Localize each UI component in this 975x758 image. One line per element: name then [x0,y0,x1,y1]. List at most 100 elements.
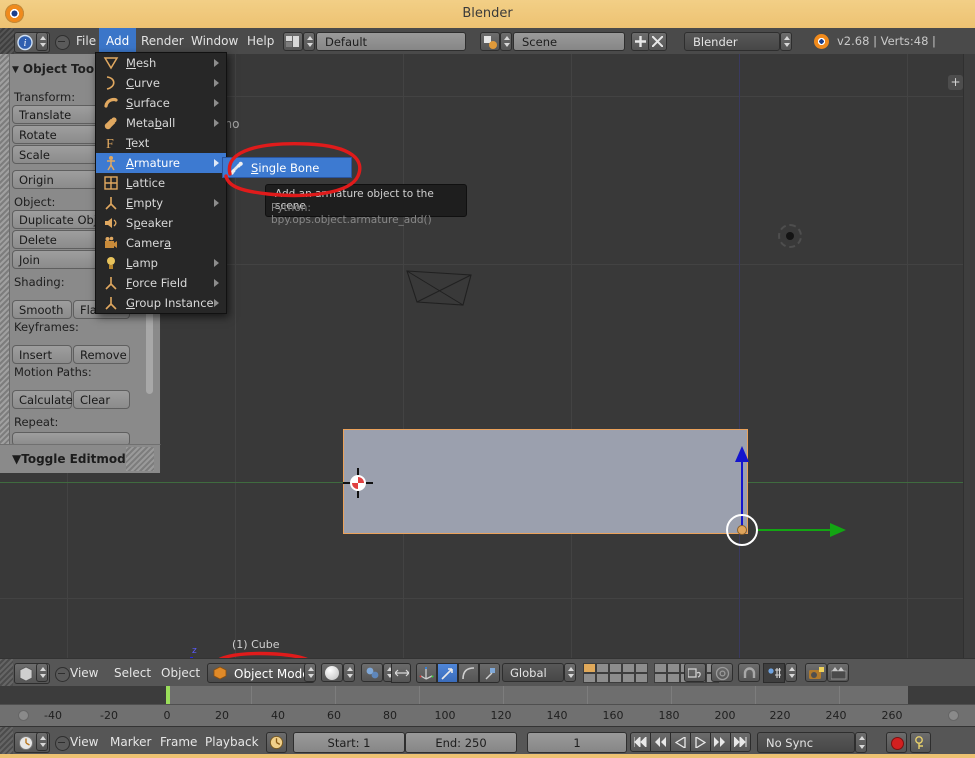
orientation-spinner[interactable] [564,663,576,682]
scale-manipulator-toggle[interactable] [458,663,479,683]
menu-file[interactable]: File [69,28,103,54]
layer-button[interactable] [583,673,596,683]
menu-item-curve[interactable]: Curve [96,73,226,93]
snap-element-spinner[interactable] [785,663,797,682]
transform-orientation-field[interactable]: Global [502,663,564,682]
menu-item-camera[interactable]: Camera [96,233,226,253]
timeline-ruler[interactable]: -40 -20 0 20 40 60 80 100 120 140 160 18… [0,704,975,727]
layer-button[interactable] [609,673,622,683]
armature-submenu[interactable]: Single Bone [222,157,352,178]
editor-type-spinner[interactable] [36,32,48,51]
lock-object-modes-button[interactable] [684,663,706,682]
manipulator-z-arrow-icon[interactable] [735,446,749,462]
auto-keyframe-button[interactable] [910,732,931,753]
editor-type-selector[interactable] [14,663,50,684]
record-button[interactable] [886,732,907,753]
manipulator-y-axis[interactable] [758,529,836,531]
layer-button[interactable] [596,663,609,673]
layer-button[interactable] [635,673,648,683]
render-engine-spinner[interactable] [780,32,792,51]
next-keyframe-button[interactable] [710,732,731,752]
timeline-playhead[interactable] [166,686,170,704]
end-frame-field[interactable]: End: 250 [405,732,517,753]
insert-keyframe-button[interactable]: Insert [12,345,72,364]
menu-window[interactable]: Window [184,28,245,54]
editor-type-selector[interactable] [14,732,50,753]
layer-button[interactable] [596,673,609,683]
viewport-menu-select[interactable]: Select [114,659,151,687]
render-image-button[interactable] [805,663,827,682]
layer-button[interactable] [635,663,648,673]
use-preview-range-button[interactable] [266,732,287,753]
pivot-point-selector[interactable] [361,663,383,682]
toggle-editmode-panel[interactable]: ▼Toggle Editmode [0,444,161,473]
shading-spinner[interactable] [343,663,355,682]
menu-item-empty[interactable]: Empty [96,193,226,213]
editor-type-spinner[interactable] [36,663,48,682]
header-grip[interactable] [0,659,13,687]
pivot-align-toggle[interactable] [391,663,411,683]
layer-button[interactable] [667,663,680,673]
header-grip[interactable] [0,28,14,54]
menu-item-force-field[interactable]: Force Field [96,273,226,293]
play-reverse-button[interactable] [670,732,691,752]
layer-button[interactable] [667,673,680,683]
interaction-mode-selector[interactable]: Object Mode [207,663,316,683]
sync-mode-field[interactable]: No Sync [757,732,855,753]
menu-item-metaball[interactable]: Metaball [96,113,226,133]
collapse-menus-button[interactable] [55,35,70,50]
manipulator-center[interactable] [737,525,747,535]
render-animation-button[interactable] [827,663,849,682]
render-engine-field[interactable]: Blender Render [684,32,780,68]
panel-grip[interactable] [0,54,10,444]
screen-layout-icon[interactable] [283,32,303,51]
screen-layout-field[interactable]: Default [316,32,466,51]
layer-button[interactable] [654,663,667,673]
collapse-menus-button[interactable] [55,736,70,751]
timeline-menu-playback[interactable]: Playback [205,727,259,757]
editor-type-spinner[interactable] [36,732,48,751]
timeline-scroll-right-knob[interactable] [948,710,959,721]
start-frame-field[interactable]: Start: 1 [293,732,405,753]
jump-end-button[interactable] [730,732,751,752]
layer-button[interactable] [622,673,635,683]
timeline-strip[interactable] [0,686,975,704]
layer-button[interactable] [583,663,596,673]
viewport-menu-object[interactable]: Object [161,659,200,687]
calculate-paths-button[interactable]: Calculate [12,390,73,409]
menu-item-surface[interactable]: Surface [96,93,226,113]
timeline-menu-view[interactable]: View [70,727,98,757]
menu-item-group-instance[interactable]: Group Instance [96,293,226,313]
timeline-scroll-left-knob[interactable] [18,710,29,721]
mode-spinner[interactable] [304,663,316,682]
rotate-manipulator-toggle[interactable] [437,663,458,683]
scene-name-field[interactable]: Scene [513,32,625,51]
screen-layout-spinner[interactable] [303,32,315,51]
menu-render[interactable]: Render [134,28,191,54]
clear-paths-button[interactable]: Clear [73,390,130,409]
remove-scene-button[interactable] [648,32,667,51]
timeline-menu-frame[interactable]: Frame [160,727,197,757]
menu-item-text[interactable]: F Text [96,133,226,153]
viewport-menu-view[interactable]: View [70,659,98,687]
translate-manipulator-toggle[interactable] [416,663,437,683]
menu-add[interactable]: Add [99,28,137,54]
lamp-object[interactable] [778,224,802,248]
panel-resize-grip[interactable] [126,447,154,471]
editor-type-selector[interactable]: i [14,32,50,53]
layer-button[interactable] [622,663,635,673]
smooth-button[interactable]: Smooth [12,300,72,319]
cube-object[interactable] [343,429,748,534]
menu-item-lattice[interactable]: Lattice [96,173,226,193]
menu-item-speaker[interactable]: Speaker [96,213,226,233]
remove-keyframe-button[interactable]: Remove [73,345,130,364]
manipulator-y-arrow-icon[interactable] [830,523,846,537]
snap-element-selector[interactable] [763,663,785,683]
menu-item-armature[interactable]: Armature [96,153,226,173]
jump-start-button[interactable] [630,732,651,752]
camera-object[interactable] [405,269,473,307]
prev-keyframe-button[interactable] [650,732,671,752]
plus-icon[interactable]: + [948,75,963,90]
add-menu-dropdown[interactable]: Mesh Curve Surface Metaball F Text Armat… [95,52,227,314]
current-frame-field[interactable]: 1 [527,732,627,753]
